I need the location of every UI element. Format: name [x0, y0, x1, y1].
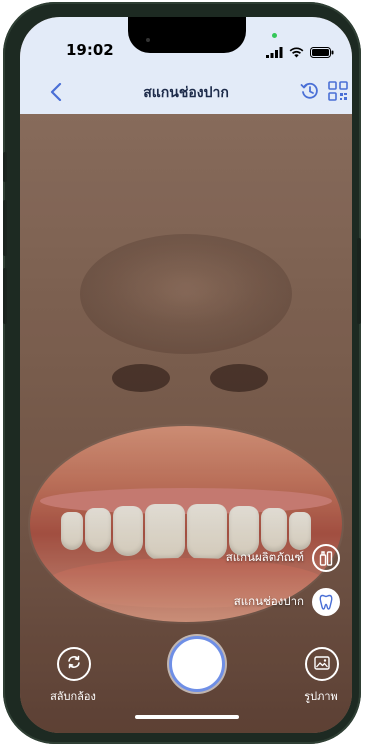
tooth	[61, 512, 83, 550]
signal-icon	[266, 43, 283, 62]
camera-in-use-indicator	[272, 33, 277, 38]
phone-frame: 19:02 สแกนช่องปาก สแกนผลิตภัณฑ์ สแกนช่อง…	[3, 2, 361, 744]
gallery-button[interactable]	[305, 647, 339, 681]
tooth	[113, 506, 143, 556]
dynamic-notch	[128, 17, 246, 53]
switch-camera-icon	[66, 654, 82, 674]
scan-products-option[interactable]: สแกนผลิตภัณฑ์	[226, 544, 340, 572]
volume-down-button	[3, 268, 7, 324]
status-time: 19:02	[66, 41, 114, 59]
power-button	[357, 238, 361, 324]
status-icons	[266, 43, 334, 62]
home-indicator[interactable]	[135, 715, 239, 719]
image-icon	[314, 655, 330, 674]
qr-code-icon[interactable]	[328, 81, 348, 105]
phone-screen: 19:02 สแกนช่องปาก สแกนผลิตภัณฑ์ สแกนช่อง…	[20, 17, 352, 733]
tooth	[187, 504, 227, 560]
scan-mouth-label: สแกนช่องปาก	[233, 594, 304, 608]
switch-camera-button[interactable]	[57, 647, 91, 681]
scan-mouth-option[interactable]: สแกนช่องปาก	[234, 588, 340, 616]
tooth	[145, 504, 185, 560]
product-icon	[312, 544, 340, 572]
shutter-button[interactable]	[169, 636, 225, 692]
tooth-icon	[312, 588, 340, 616]
left-nostril	[112, 364, 170, 392]
scan-products-label: สแกนผลิตภัณฑ์	[225, 550, 304, 564]
camera-controls: สลับกล้อง รูปภาพ	[20, 622, 352, 733]
front-camera-dot	[146, 38, 150, 42]
battery-icon	[310, 43, 334, 62]
gallery-label: รูปภาพ	[304, 690, 338, 703]
wifi-icon	[289, 43, 304, 62]
right-nostril	[210, 364, 268, 392]
history-icon[interactable]	[300, 81, 320, 105]
silent-switch	[3, 152, 7, 182]
tooth	[85, 508, 111, 552]
switch-camera-label: สลับกล้อง	[50, 690, 96, 703]
volume-up-button	[3, 200, 7, 256]
nose-region	[80, 234, 292, 354]
